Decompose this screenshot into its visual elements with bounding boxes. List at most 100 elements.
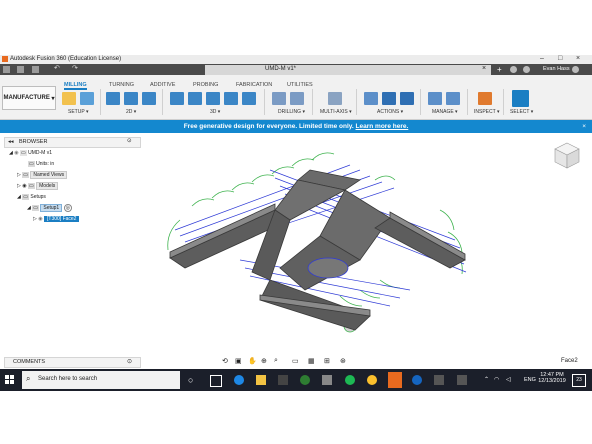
fusion-taskbar-icon[interactable]: [388, 372, 402, 388]
group-drilling[interactable]: DRILLING ▾: [278, 109, 305, 115]
group-setup[interactable]: SETUP ▾: [68, 109, 89, 115]
xbox-icon[interactable]: [300, 375, 310, 385]
tree-item-setups[interactable]: ◢ ▭ Setups: [17, 194, 46, 200]
help-icon[interactable]: [572, 66, 579, 73]
3d-scallop-icon[interactable]: [242, 92, 256, 105]
orbit-icon[interactable]: ⟲: [222, 357, 228, 365]
tray-chevron-icon[interactable]: ⌃: [484, 376, 489, 383]
group-manage[interactable]: MANAGE ▾: [432, 109, 458, 115]
close-tab-icon[interactable]: ×: [482, 65, 486, 72]
tab-probing[interactable]: PROBING: [193, 82, 218, 88]
thread-icon[interactable]: [290, 92, 304, 105]
group-2d[interactable]: 2D ▾: [126, 109, 136, 115]
collapse-arrow-icon[interactable]: ◂◂: [8, 139, 14, 145]
tree-item-named-views[interactable]: ▷ ▭ Named Views: [17, 171, 68, 179]
banner-link[interactable]: Learn more here.: [356, 123, 409, 130]
comments-pin-icon[interactable]: ⊙: [127, 358, 132, 365]
pin-icon[interactable]: ⊙: [127, 138, 132, 144]
extensions-icon[interactable]: [510, 66, 517, 73]
fit-icon[interactable]: ⌕: [274, 357, 278, 365]
browser-title: BROWSER: [19, 139, 48, 145]
grid-icon[interactable]: ▦: [308, 357, 315, 365]
tab-additive[interactable]: ADDITIVE: [150, 82, 175, 88]
app-icon[interactable]: [322, 375, 332, 385]
model-viewport[interactable]: [150, 140, 480, 350]
measure-icon[interactable]: [478, 92, 492, 105]
separator: [264, 89, 265, 115]
viewports-icon[interactable]: ⊞: [324, 357, 330, 365]
language-indicator[interactable]: ENG: [524, 377, 536, 383]
file-explorer-icon[interactable]: [256, 375, 266, 385]
app-icon-2[interactable]: [434, 375, 444, 385]
notification-center-icon[interactable]: 23: [572, 374, 586, 387]
2d-contour-icon[interactable]: [142, 92, 156, 105]
hp-icon[interactable]: [412, 375, 422, 385]
browser-panel-header[interactable]: ◂◂ BROWSER ⊙: [4, 137, 141, 148]
tree-item-setup1[interactable]: ◢ ▭ Setup1 ◎: [27, 204, 72, 212]
pan-icon[interactable]: ✋: [248, 357, 257, 365]
tree-item-units[interactable]: ▭ Units: in: [28, 161, 54, 167]
look-at-icon[interactable]: ▣: [235, 357, 242, 365]
swarf-icon[interactable]: [328, 92, 342, 105]
app-icon-3[interactable]: [457, 375, 467, 385]
zoom-icon[interactable]: ⊕: [261, 357, 267, 365]
3d-adaptive-icon[interactable]: [170, 92, 184, 105]
tab-milling[interactable]: MILLING: [64, 82, 87, 90]
file-icon[interactable]: [17, 66, 24, 73]
group-select[interactable]: SELECT ▾: [510, 109, 533, 115]
3d-parallel-icon[interactable]: [206, 92, 220, 105]
minimize-icon[interactable]: –: [540, 55, 544, 62]
chrome-icon[interactable]: [367, 375, 377, 385]
job-status-icon[interactable]: [523, 66, 530, 73]
2d-pocket-icon[interactable]: [124, 92, 138, 105]
document-tab[interactable]: UMD-M v1* ×: [205, 65, 491, 75]
group-inspect[interactable]: INSPECT ▾: [474, 109, 500, 115]
new-setup-icon[interactable]: [62, 92, 76, 105]
wifi-icon[interactable]: ◠: [494, 376, 499, 383]
tree-item-face2[interactable]: ▷ ◉ [T300] Face2: [33, 216, 80, 222]
effects-icon[interactable]: ⊛: [340, 357, 346, 365]
store-icon[interactable]: [278, 375, 288, 385]
nc-program-icon[interactable]: [400, 92, 414, 105]
group-3d[interactable]: 3D ▾: [210, 109, 220, 115]
task-view-button-icon[interactable]: [210, 375, 222, 387]
banner-close-icon[interactable]: ×: [582, 120, 586, 133]
3d-pocket-icon[interactable]: [188, 92, 202, 105]
3d-contour-icon[interactable]: [224, 92, 238, 105]
redo-icon[interactable]: ↷: [72, 64, 78, 72]
tab-turning[interactable]: TURNING: [109, 82, 134, 88]
view-cube[interactable]: [552, 140, 582, 170]
close-icon[interactable]: ×: [576, 55, 580, 62]
drill-icon[interactable]: [272, 92, 286, 105]
task-view-icon[interactable]: ○: [188, 375, 198, 385]
select-icon[interactable]: [512, 90, 529, 107]
taskbar-search[interactable]: ⌕ Search here to search: [22, 371, 180, 389]
setup-sheet-icon[interactable]: [80, 92, 94, 105]
tab-fabrication[interactable]: FABRICATION: [236, 82, 272, 88]
tree-item-models[interactable]: ▷ ◉ ▭ Models: [17, 182, 59, 190]
toolbar-ribbon: MANUFACTURE ▾ MILLING TURNING ADDITIVE P…: [0, 75, 592, 120]
tree-root[interactable]: ◢ ◉ ▭ UMD-M v1: [9, 150, 52, 156]
undo-icon[interactable]: ↶: [54, 64, 60, 72]
2d-adaptive-icon[interactable]: [106, 92, 120, 105]
display-settings-icon[interactable]: ▭: [292, 357, 299, 365]
group-multi-axis[interactable]: MULTI-AXIS ▾: [320, 109, 352, 115]
template-library-icon[interactable]: [446, 92, 460, 105]
comments-panel[interactable]: COMMENTS ⊙: [4, 357, 141, 368]
spotify-icon[interactable]: [345, 375, 355, 385]
group-actions[interactable]: ACTIONS ▾: [377, 109, 403, 115]
save-icon[interactable]: [32, 66, 39, 73]
tool-library-icon[interactable]: [428, 92, 442, 105]
windows-start-icon[interactable]: [5, 375, 15, 385]
simulate-icon[interactable]: [364, 92, 378, 105]
post-process-icon[interactable]: [382, 92, 396, 105]
tab-utilities[interactable]: UTILITIES: [287, 82, 313, 88]
new-tab-icon[interactable]: +: [497, 65, 502, 74]
edge-icon[interactable]: [234, 375, 244, 385]
clock[interactable]: 12:47 PM 12/13/2019: [538, 372, 566, 384]
workspace-switcher[interactable]: MANUFACTURE ▾: [2, 86, 56, 110]
user-account[interactable]: Evan Hass: [543, 66, 570, 72]
grid-menu-icon[interactable]: [3, 66, 10, 73]
maximize-icon[interactable]: □: [558, 55, 562, 62]
volume-icon[interactable]: ◁: [506, 376, 511, 383]
